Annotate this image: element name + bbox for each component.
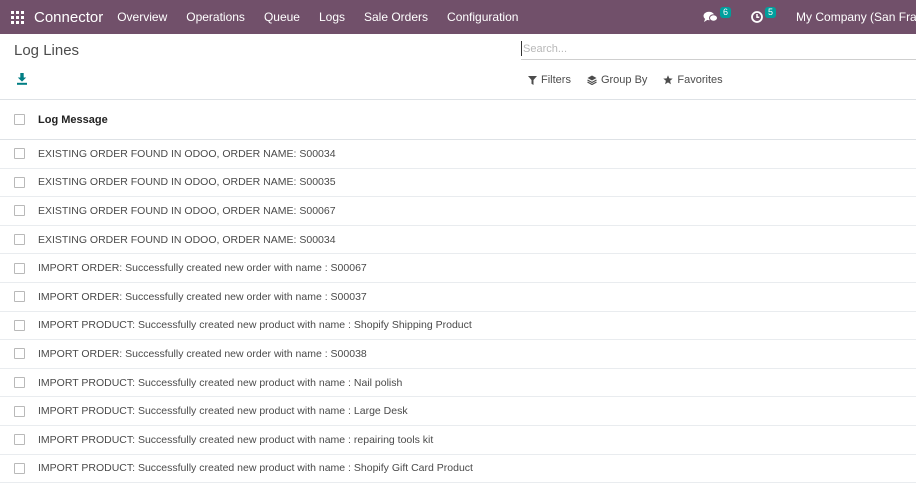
group-by-button[interactable]: Group By — [587, 74, 647, 86]
table-row[interactable]: IMPORT PRODUCT: Successfully created new… — [0, 397, 916, 426]
activities-count-badge: 5 — [765, 6, 777, 18]
menu-configuration[interactable]: Configuration — [447, 10, 518, 24]
clock-icon — [751, 11, 763, 23]
search-caret — [521, 41, 522, 56]
company-switcher[interactable]: My Company (San Francisco) — [796, 10, 916, 24]
log-message-cell: EXISTING ORDER FOUND IN ODOO, ORDER NAME… — [38, 233, 336, 246]
menu-operations[interactable]: Operations — [186, 10, 245, 24]
log-message-cell: IMPORT PRODUCT: Successfully created new… — [38, 433, 434, 446]
activities-button[interactable]: 5 — [751, 6, 777, 23]
app-brand[interactable]: Connector — [34, 9, 103, 26]
log-message-cell: IMPORT ORDER: Successfully created new o… — [38, 262, 367, 275]
menu-sale-orders[interactable]: Sale Orders — [364, 10, 428, 24]
log-lines-list: Log Message EXISTING ORDER FOUND IN ODOO… — [0, 99, 916, 484]
table-row[interactable]: IMPORT PRODUCT: Successfully created new… — [0, 455, 916, 484]
log-message-cell: IMPORT PRODUCT: Successfully created new… — [38, 405, 408, 418]
row-checkbox[interactable] — [14, 377, 25, 389]
log-message-cell: EXISTING ORDER FOUND IN ODOO, ORDER NAME… — [38, 147, 336, 160]
menu-queue[interactable]: Queue — [264, 10, 300, 24]
column-header-log-message[interactable]: Log Message — [38, 114, 108, 126]
favorites-button[interactable]: Favorites — [663, 74, 723, 86]
layers-icon — [587, 75, 597, 85]
row-checkbox[interactable] — [14, 348, 25, 360]
table-row[interactable]: IMPORT ORDER: Successfully created new o… — [0, 283, 916, 312]
table-row[interactable]: IMPORT PRODUCT: Successfully created new… — [0, 312, 916, 341]
table-row[interactable]: EXISTING ORDER FOUND IN ODOO, ORDER NAME… — [0, 169, 916, 198]
filters-button[interactable]: Filters — [528, 74, 571, 86]
table-row[interactable]: IMPORT ORDER: Successfully created new o… — [0, 254, 916, 283]
table-row[interactable]: EXISTING ORDER FOUND IN ODOO, ORDER NAME… — [0, 226, 916, 255]
funnel-icon — [528, 75, 537, 85]
apps-grid-icon[interactable] — [11, 10, 24, 24]
menu-overview[interactable]: Overview — [117, 10, 167, 24]
row-checkbox[interactable] — [14, 405, 25, 417]
messages-count-badge: 6 — [720, 6, 732, 18]
star-icon — [663, 75, 674, 85]
row-checkbox[interactable] — [14, 319, 25, 331]
filters-label: Filters — [541, 74, 571, 86]
log-message-cell: IMPORT PRODUCT: Successfully created new… — [38, 462, 473, 475]
log-message-cell: IMPORT PRODUCT: Successfully created new… — [38, 319, 472, 332]
search-input[interactable] — [521, 38, 916, 60]
log-message-cell: IMPORT ORDER: Successfully created new o… — [38, 290, 367, 303]
list-header: Log Message — [0, 99, 916, 140]
table-row[interactable]: IMPORT PRODUCT: Successfully created new… — [0, 426, 916, 455]
navbar-systray: 6 5 My Company (San Francisco) — [703, 0, 916, 34]
messages-button[interactable]: 6 — [703, 6, 732, 23]
row-checkbox[interactable] — [14, 291, 25, 303]
row-checkbox[interactable] — [14, 205, 25, 217]
download-icon[interactable] — [16, 72, 28, 86]
log-message-cell: EXISTING ORDER FOUND IN ODOO, ORDER NAME… — [38, 204, 336, 217]
select-all-checkbox[interactable] — [14, 114, 25, 125]
favorites-label: Favorites — [677, 74, 723, 86]
table-row[interactable]: IMPORT PRODUCT: Successfully created new… — [0, 369, 916, 398]
row-checkbox[interactable] — [14, 148, 25, 160]
search-options-bar: Filters Group By Favorites — [528, 74, 739, 86]
menu-logs[interactable]: Logs — [319, 10, 345, 24]
chat-bubbles-icon — [703, 11, 718, 22]
log-message-cell: IMPORT ORDER: Successfully created new o… — [38, 347, 367, 360]
row-checkbox[interactable] — [14, 434, 25, 446]
row-checkbox[interactable] — [14, 262, 25, 274]
table-row[interactable]: IMPORT ORDER: Successfully created new o… — [0, 340, 916, 369]
page-title: Log Lines — [14, 42, 80, 59]
group-by-label: Group By — [600, 74, 648, 86]
log-message-cell: EXISTING ORDER FOUND IN ODOO, ORDER NAME… — [38, 176, 336, 189]
top-navbar: Connector Overview Operations Queue Logs… — [0, 0, 916, 34]
row-checkbox[interactable] — [14, 462, 25, 474]
log-message-cell: IMPORT PRODUCT: Successfully created new… — [38, 376, 403, 389]
row-checkbox[interactable] — [14, 176, 25, 188]
table-row[interactable]: EXISTING ORDER FOUND IN ODOO, ORDER NAME… — [0, 140, 916, 169]
row-checkbox[interactable] — [14, 234, 25, 246]
table-row[interactable]: EXISTING ORDER FOUND IN ODOO, ORDER NAME… — [0, 197, 916, 226]
